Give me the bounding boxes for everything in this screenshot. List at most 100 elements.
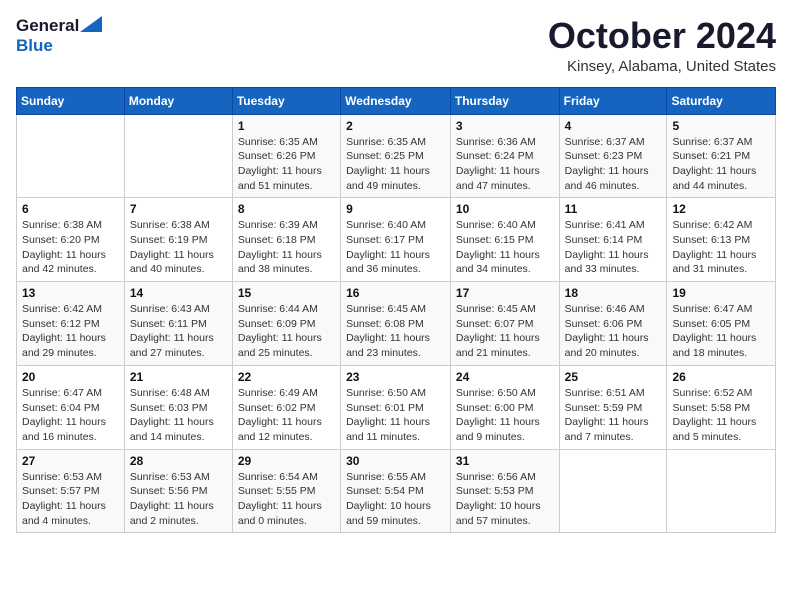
calendar-day-cell	[559, 449, 667, 533]
calendar-day-cell: 30 Sunrise: 6:55 AM Sunset: 5:54 PM Dayli…	[341, 449, 451, 533]
day-info: Sunrise: 6:48 AM Sunset: 6:03 PM Dayligh…	[130, 386, 227, 445]
calendar-week-row: 1 Sunrise: 6:35 AM Sunset: 6:26 PM Daylig…	[17, 114, 776, 198]
calendar-day-cell: 4 Sunrise: 6:37 AM Sunset: 6:23 PM Daylig…	[559, 114, 667, 198]
title-block: October 2024 Kinsey, Alabama, United Sta…	[548, 16, 776, 75]
calendar-header-row: Sunday Monday Tuesday Wednesday Thursday…	[17, 87, 776, 114]
day-number: 23	[346, 370, 445, 384]
day-number: 29	[238, 454, 335, 468]
col-wednesday: Wednesday	[341, 87, 451, 114]
day-info: Sunrise: 6:44 AM Sunset: 6:09 PM Dayligh…	[238, 302, 335, 361]
day-number: 13	[22, 286, 119, 300]
calendar-week-row: 13 Sunrise: 6:42 AM Sunset: 6:12 PM Dayli…	[17, 282, 776, 366]
day-info: Sunrise: 6:41 AM Sunset: 6:14 PM Dayligh…	[565, 218, 662, 277]
day-number: 22	[238, 370, 335, 384]
day-info: Sunrise: 6:47 AM Sunset: 6:04 PM Dayligh…	[22, 386, 119, 445]
calendar-day-cell: 31 Sunrise: 6:56 AM Sunset: 5:53 PM Dayli…	[450, 449, 559, 533]
day-info: Sunrise: 6:38 AM Sunset: 6:19 PM Dayligh…	[130, 218, 227, 277]
calendar-day-cell: 19 Sunrise: 6:47 AM Sunset: 6:05 PM Dayli…	[667, 282, 776, 366]
calendar-day-cell: 25 Sunrise: 6:51 AM Sunset: 5:59 PM Dayli…	[559, 365, 667, 449]
calendar-week-row: 27 Sunrise: 6:53 AM Sunset: 5:57 PM Dayli…	[17, 449, 776, 533]
month-title: October 2024	[548, 16, 776, 56]
day-number: 9	[346, 202, 445, 216]
calendar-day-cell: 7Sunrise: 6:38 AM Sunset: 6:19 PM Daylig…	[124, 198, 232, 282]
day-number: 24	[456, 370, 554, 384]
calendar-day-cell: 29 Sunrise: 6:54 AM Sunset: 5:55 PM Dayli…	[232, 449, 340, 533]
day-number: 30	[346, 454, 445, 468]
calendar-day-cell: 12Sunrise: 6:42 AM Sunset: 6:13 PM Dayli…	[667, 198, 776, 282]
calendar-day-cell: 15 Sunrise: 6:44 AM Sunset: 6:09 PM Dayli…	[232, 282, 340, 366]
day-info: Sunrise: 6:39 AM Sunset: 6:18 PM Dayligh…	[238, 218, 335, 277]
calendar-day-cell: 24Sunrise: 6:50 AM Sunset: 6:00 PM Dayli…	[450, 365, 559, 449]
day-number: 2	[346, 119, 445, 133]
page-header: General Blue October 2024 Kinsey, Alabam…	[16, 16, 776, 75]
calendar-day-cell: 27 Sunrise: 6:53 AM Sunset: 5:57 PM Dayli…	[17, 449, 125, 533]
day-number: 17	[456, 286, 554, 300]
day-number: 16	[346, 286, 445, 300]
calendar-week-row: 6Sunrise: 6:38 AM Sunset: 6:20 PM Daylig…	[17, 198, 776, 282]
col-thursday: Thursday	[450, 87, 559, 114]
day-info: Sunrise: 6:37 AM Sunset: 6:21 PM Dayligh…	[672, 135, 770, 194]
day-info: Sunrise: 6:45 AM Sunset: 6:08 PM Dayligh…	[346, 302, 445, 361]
day-info: Sunrise: 6:47 AM Sunset: 6:05 PM Dayligh…	[672, 302, 770, 361]
calendar-day-cell: 20Sunrise: 6:47 AM Sunset: 6:04 PM Dayli…	[17, 365, 125, 449]
day-number: 28	[130, 454, 227, 468]
day-number: 18	[565, 286, 662, 300]
day-info: Sunrise: 6:50 AM Sunset: 6:01 PM Dayligh…	[346, 386, 445, 445]
calendar-day-cell: 23 Sunrise: 6:50 AM Sunset: 6:01 PM Dayli…	[341, 365, 451, 449]
day-info: Sunrise: 6:53 AM Sunset: 5:56 PM Dayligh…	[130, 470, 227, 529]
calendar-day-cell: 26 Sunrise: 6:52 AM Sunset: 5:58 PM Dayli…	[667, 365, 776, 449]
day-number: 8	[238, 202, 335, 216]
day-number: 14	[130, 286, 227, 300]
day-info: Sunrise: 6:45 AM Sunset: 6:07 PM Dayligh…	[456, 302, 554, 361]
calendar-day-cell: 17 Sunrise: 6:45 AM Sunset: 6:07 PM Dayli…	[450, 282, 559, 366]
calendar-day-cell: 21Sunrise: 6:48 AM Sunset: 6:03 PM Dayli…	[124, 365, 232, 449]
day-number: 19	[672, 286, 770, 300]
day-number: 11	[565, 202, 662, 216]
calendar-day-cell	[124, 114, 232, 198]
day-number: 25	[565, 370, 662, 384]
day-number: 10	[456, 202, 554, 216]
calendar-day-cell: 2 Sunrise: 6:35 AM Sunset: 6:25 PM Daylig…	[341, 114, 451, 198]
day-number: 6	[22, 202, 119, 216]
calendar-day-cell: 1 Sunrise: 6:35 AM Sunset: 6:26 PM Daylig…	[232, 114, 340, 198]
day-number: 31	[456, 454, 554, 468]
day-info: Sunrise: 6:54 AM Sunset: 5:55 PM Dayligh…	[238, 470, 335, 529]
day-number: 4	[565, 119, 662, 133]
logo: General Blue	[16, 16, 102, 56]
col-monday: Monday	[124, 87, 232, 114]
col-saturday: Saturday	[667, 87, 776, 114]
day-info: Sunrise: 6:35 AM Sunset: 6:25 PM Dayligh…	[346, 135, 445, 194]
col-sunday: Sunday	[17, 87, 125, 114]
logo-arrow-icon	[80, 16, 102, 32]
day-info: Sunrise: 6:56 AM Sunset: 5:53 PM Dayligh…	[456, 470, 554, 529]
day-info: Sunrise: 6:42 AM Sunset: 6:12 PM Dayligh…	[22, 302, 119, 361]
day-info: Sunrise: 6:35 AM Sunset: 6:26 PM Dayligh…	[238, 135, 335, 194]
day-info: Sunrise: 6:53 AM Sunset: 5:57 PM Dayligh…	[22, 470, 119, 529]
day-info: Sunrise: 6:40 AM Sunset: 6:17 PM Dayligh…	[346, 218, 445, 277]
day-number: 5	[672, 119, 770, 133]
calendar-day-cell: 10Sunrise: 6:40 AM Sunset: 6:15 PM Dayli…	[450, 198, 559, 282]
calendar-day-cell: 8 Sunrise: 6:39 AM Sunset: 6:18 PM Daylig…	[232, 198, 340, 282]
day-number: 1	[238, 119, 335, 133]
day-info: Sunrise: 6:42 AM Sunset: 6:13 PM Dayligh…	[672, 218, 770, 277]
day-info: Sunrise: 6:49 AM Sunset: 6:02 PM Dayligh…	[238, 386, 335, 445]
calendar-table: Sunday Monday Tuesday Wednesday Thursday…	[16, 87, 776, 534]
day-info: Sunrise: 6:51 AM Sunset: 5:59 PM Dayligh…	[565, 386, 662, 445]
calendar-day-cell: 13 Sunrise: 6:42 AM Sunset: 6:12 PM Dayli…	[17, 282, 125, 366]
day-info: Sunrise: 6:36 AM Sunset: 6:24 PM Dayligh…	[456, 135, 554, 194]
logo-blue-text: Blue	[16, 36, 53, 55]
calendar-day-cell: 18 Sunrise: 6:46 AM Sunset: 6:06 PM Dayli…	[559, 282, 667, 366]
calendar-day-cell	[17, 114, 125, 198]
day-number: 15	[238, 286, 335, 300]
day-info: Sunrise: 6:46 AM Sunset: 6:06 PM Dayligh…	[565, 302, 662, 361]
day-info: Sunrise: 6:37 AM Sunset: 6:23 PM Dayligh…	[565, 135, 662, 194]
day-info: Sunrise: 6:55 AM Sunset: 5:54 PM Dayligh…	[346, 470, 445, 529]
day-number: 26	[672, 370, 770, 384]
day-number: 3	[456, 119, 554, 133]
day-info: Sunrise: 6:52 AM Sunset: 5:58 PM Dayligh…	[672, 386, 770, 445]
calendar-week-row: 20Sunrise: 6:47 AM Sunset: 6:04 PM Dayli…	[17, 365, 776, 449]
day-info: Sunrise: 6:43 AM Sunset: 6:11 PM Dayligh…	[130, 302, 227, 361]
day-number: 27	[22, 454, 119, 468]
calendar-day-cell: 9 Sunrise: 6:40 AM Sunset: 6:17 PM Daylig…	[341, 198, 451, 282]
calendar-day-cell: 14 Sunrise: 6:43 AM Sunset: 6:11 PM Dayli…	[124, 282, 232, 366]
